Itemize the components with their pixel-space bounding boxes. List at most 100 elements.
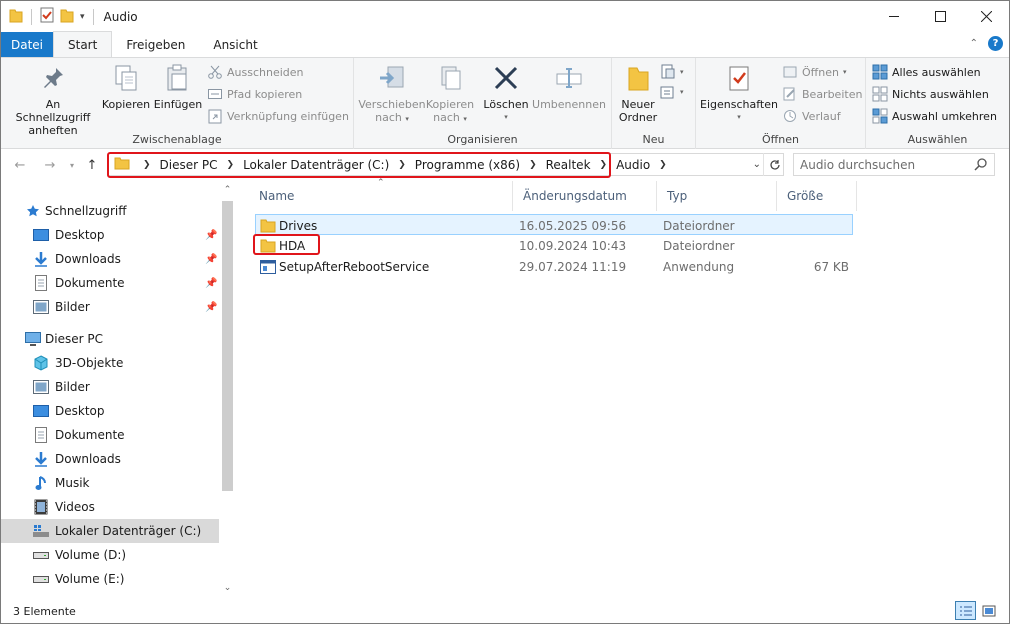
forward-arrow-icon[interactable]: → — [41, 158, 59, 173]
details-view-button[interactable] — [955, 601, 976, 620]
tab-ansicht[interactable]: Ansicht — [199, 32, 271, 57]
paste-button[interactable]: Einfügen — [153, 62, 203, 111]
breadcrumb-dieser-pc[interactable]: Dieser PC — [160, 158, 218, 172]
nav-schnellzugriff[interactable]: Schnellzugriff — [25, 199, 219, 223]
copy-to-icon — [434, 62, 466, 94]
scrollbar-thumb[interactable] — [222, 201, 233, 491]
nav-quick-dokumente[interactable]: Dokumente 📌 — [33, 271, 219, 295]
nav-quick-desktop[interactable]: Desktop 📌 — [33, 223, 219, 247]
open-button[interactable]: Öffnen ▾ — [782, 62, 846, 82]
back-arrow-icon[interactable]: ← — [11, 158, 29, 173]
tab-freigeben[interactable]: Freigeben — [112, 32, 199, 57]
maximize-button[interactable] — [917, 1, 963, 32]
properties-icon[interactable] — [40, 7, 54, 26]
delete-button[interactable]: Löschen ▾ — [480, 62, 532, 124]
breadcrumb-audio[interactable]: Audio — [616, 158, 650, 172]
close-button[interactable] — [963, 1, 1009, 32]
easy-access-button[interactable]: ▾ — [660, 82, 684, 102]
file-name: SetupAfterRebootService — [279, 259, 430, 274]
new-item-button[interactable]: ▾ — [660, 62, 684, 82]
rename-button[interactable]: Umbenennen — [530, 62, 608, 111]
nav-pc-musik[interactable]: Musik — [33, 471, 219, 495]
column-header-type[interactable]: Typ — [657, 181, 777, 211]
nav-label: Volume (D:) — [55, 548, 127, 562]
group-label-oeffnen: Öffnen — [762, 133, 799, 146]
nav-scrollbar[interactable]: ⌃ ⌄ — [219, 181, 236, 599]
move-to-button[interactable]: Verschieben nach ▾ — [358, 62, 426, 126]
paste-icon — [162, 62, 194, 94]
breadcrumb-separator[interactable]: ❯ — [227, 160, 235, 170]
nav-label: Downloads — [55, 452, 121, 466]
nav-pc-volume-e[interactable]: Volume (E:) — [33, 567, 219, 591]
breadcrumb-separator[interactable]: ❯ — [398, 160, 406, 170]
tab-datei[interactable]: Datei — [1, 32, 53, 57]
column-header-name[interactable]: Name — [249, 181, 513, 211]
rename-icon — [553, 62, 585, 94]
nav-pc-dokumente[interactable]: Dokumente — [33, 423, 219, 447]
nav-pc-videos[interactable]: Videos — [33, 495, 219, 519]
recent-locations-icon[interactable]: ▾ — [63, 161, 81, 170]
pin-quick-access-button[interactable]: An Schnellzugriff anheften — [7, 62, 99, 137]
properties-dropdown-icon[interactable]: ▾ — [737, 111, 741, 124]
breadcrumb-separator[interactable]: ❯ — [600, 160, 608, 170]
breadcrumb-programme-x86[interactable]: Programme (x86) — [415, 158, 520, 172]
help-icon[interactable]: ? — [988, 36, 1003, 51]
column-header-date[interactable]: Änderungsdatum — [513, 181, 657, 211]
tab-start[interactable]: Start — [53, 31, 113, 57]
search-input[interactable]: Audio durchsuchen — [793, 153, 995, 176]
nav-pc-bilder[interactable]: Bilder — [33, 375, 219, 399]
column-header-size[interactable]: Größe — [777, 181, 857, 211]
scroll-up-icon[interactable]: ⌃ — [219, 185, 236, 195]
nav-pc-volume-d[interactable]: Volume (D:) — [33, 543, 219, 567]
collapse-ribbon-icon[interactable]: ⌃ — [970, 38, 978, 49]
table-row[interactable]: HDA 10.09.2024 10:43 Dateiordner — [255, 235, 853, 256]
nav-pc-lokaler-datentraeger[interactable]: Lokaler Datenträger (C:) — [1, 519, 219, 543]
breadcrumb-realtek[interactable]: Realtek — [546, 158, 591, 172]
customize-dropdown-icon[interactable]: ▾ — [80, 12, 85, 22]
document-icon — [33, 427, 49, 443]
nav-pc-downloads[interactable]: Downloads — [33, 447, 219, 471]
minimize-button[interactable] — [871, 1, 917, 32]
pin-icon: 📌 — [205, 253, 218, 265]
drive-icon — [33, 547, 49, 563]
nav-quick-bilder[interactable]: Bilder 📌 — [33, 295, 219, 319]
paste-shortcut-button[interactable]: Verknüpfung einfügen — [207, 106, 349, 126]
move-to-icon — [376, 62, 408, 94]
edit-label: Bearbeiten — [802, 87, 863, 101]
table-row[interactable]: Drives 16.05.2025 09:56 Dateiordner — [255, 214, 853, 235]
properties-button[interactable]: Eigenschaften ▾ — [700, 62, 778, 124]
file-type: Anwendung — [663, 259, 735, 274]
nav-dieser-pc[interactable]: Dieser PC — [25, 327, 219, 351]
delete-dropdown-icon[interactable]: ▾ — [504, 111, 508, 124]
drive-icon — [33, 571, 49, 587]
select-all-button[interactable]: Alles auswählen — [872, 62, 981, 82]
edit-button[interactable]: Bearbeiten — [782, 84, 862, 104]
nav-label: Downloads — [55, 252, 121, 266]
table-row[interactable]: SetupAfterRebootService 29.07.2024 11:19… — [255, 256, 853, 277]
scroll-down-icon[interactable]: ⌄ — [219, 583, 236, 593]
breadcrumb-separator[interactable]: ❯ — [529, 160, 537, 170]
large-icons-view-button[interactable] — [978, 601, 999, 620]
copy-to-button[interactable]: Kopieren nach ▾ — [424, 62, 476, 126]
cut-button[interactable]: Ausschneiden — [207, 62, 304, 82]
new-folder-icon — [622, 62, 654, 94]
nav-pc-desktop[interactable]: Desktop — [33, 399, 219, 423]
breadcrumb-separator[interactable]: ❯ — [659, 160, 667, 170]
copy-path-button[interactable]: Pfad kopieren — [207, 84, 302, 104]
breadcrumb-lokaler-datentraeger[interactable]: Lokaler Datenträger (C:) — [243, 158, 389, 172]
address-history-dropdown-icon[interactable]: ⌄ — [753, 159, 761, 170]
nav-label: Lokaler Datenträger (C:) — [55, 524, 202, 538]
nav-pc-3d-objekte[interactable]: 3D-Objekte — [33, 351, 219, 375]
new-folder-button[interactable]: Neuer Ordner — [616, 62, 660, 124]
history-icon — [782, 108, 798, 124]
invert-selection-button[interactable]: Auswahl umkehren — [872, 106, 997, 126]
select-none-button[interactable]: Nichts auswählen — [872, 84, 989, 104]
nav-quick-downloads[interactable]: Downloads 📌 — [33, 247, 219, 271]
up-arrow-icon[interactable]: ↑ — [83, 158, 101, 173]
new-folder-icon[interactable] — [60, 7, 74, 26]
address-bar[interactable]: ❯ Dieser PC ❯ Lokaler Datenträger (C:) ❯… — [108, 153, 784, 176]
history-button[interactable]: Verlauf — [782, 106, 841, 126]
copy-button[interactable]: Kopieren — [99, 62, 153, 111]
file-type: Dateiordner — [663, 218, 735, 233]
refresh-icon[interactable] — [763, 153, 785, 176]
